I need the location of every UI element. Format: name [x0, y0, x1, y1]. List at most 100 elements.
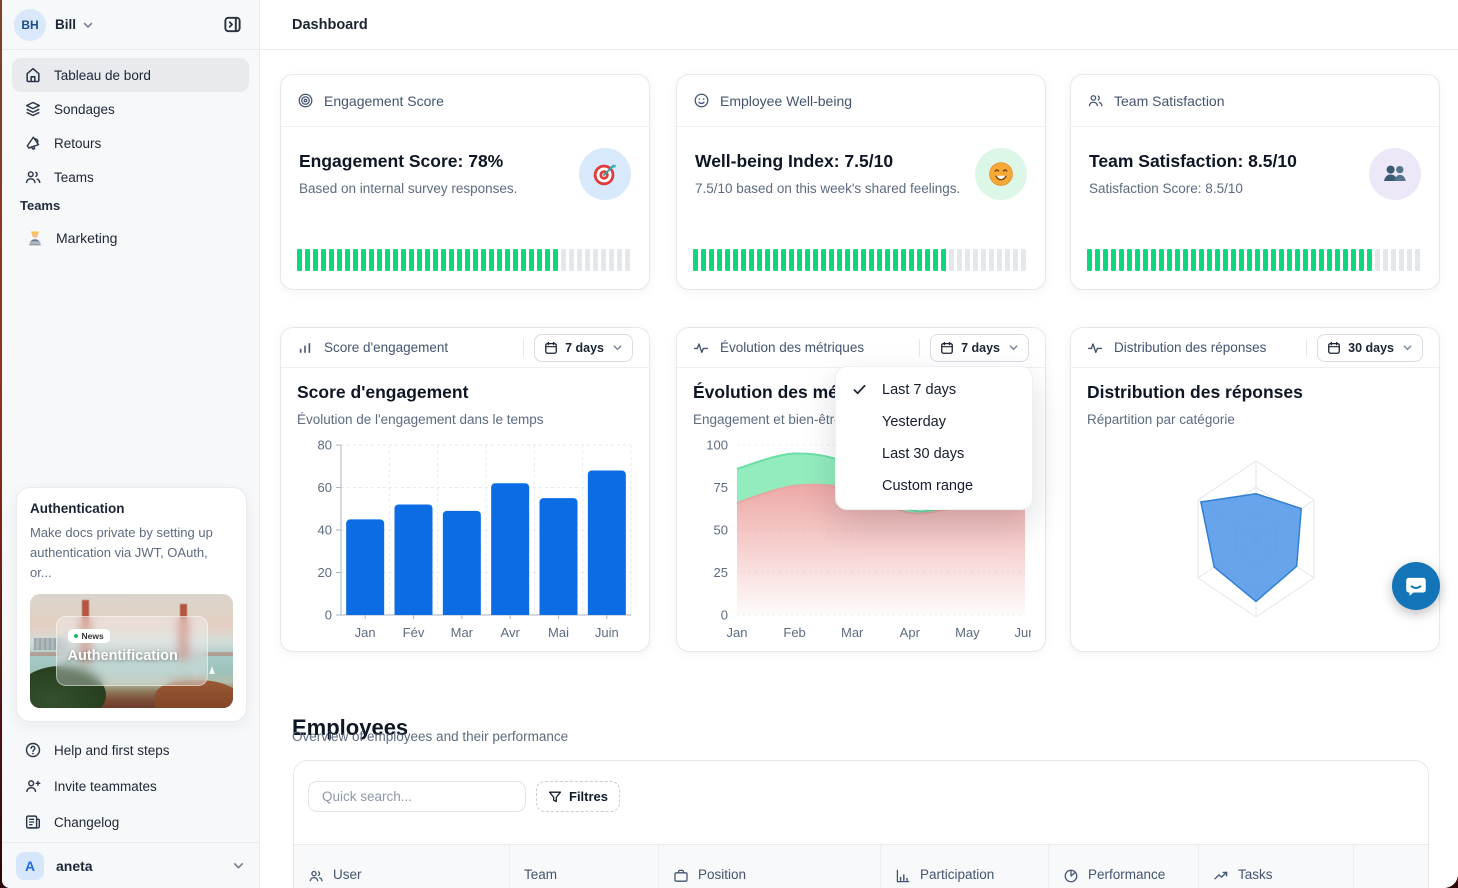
column-header-participation[interactable]: Participation	[880, 845, 1048, 888]
layers-icon	[24, 100, 42, 118]
sidebar-item-label: Changelog	[54, 815, 119, 830]
user-plus-icon	[24, 777, 42, 795]
divider	[1306, 339, 1307, 357]
page-header: Dashboard	[260, 0, 1458, 50]
users-icon	[1087, 92, 1105, 110]
date-range-menu: Last 7 days Yesterday Last 30 days Custo…	[835, 366, 1033, 510]
column-header-tasks[interactable]: Tasks	[1198, 845, 1353, 888]
menu-item-yesterday[interactable]: Yesterday	[836, 406, 1032, 438]
chart-title: Distribution des réponses	[1087, 382, 1423, 403]
svg-text:Mar: Mar	[841, 625, 864, 640]
chart-card-header: Évolution des métriques 7 days	[677, 328, 1045, 368]
account-avatar: A	[16, 852, 44, 880]
svg-text:20: 20	[318, 565, 332, 580]
promo-card-authentication[interactable]: Authentication Make docs private by sett…	[16, 487, 247, 722]
smiling-face-emoji	[975, 148, 1027, 200]
svg-text:Juin: Juin	[595, 625, 619, 640]
news-dot-icon	[74, 634, 78, 638]
stat-card-header: Employee Well-being	[677, 75, 1045, 127]
date-range-button[interactable]: 7 days	[534, 334, 633, 362]
sidebar-item-marketing[interactable]: Marketing	[12, 220, 249, 256]
chevron-down-icon	[1402, 342, 1413, 353]
chevron-down-icon	[82, 19, 94, 31]
trend-up-icon	[1213, 868, 1229, 884]
radar-chart	[1087, 433, 1425, 647]
sidebar-item-invite[interactable]: Invite teammates	[12, 768, 249, 804]
search-input[interactable]	[308, 781, 526, 812]
svg-text:Apr: Apr	[900, 625, 921, 640]
svg-text:Jun: Jun	[1015, 625, 1031, 640]
sidebar-item-retours[interactable]: Retours	[12, 126, 249, 160]
funnel-icon	[548, 790, 562, 804]
sidebar-item-label: Tableau de bord	[54, 68, 151, 83]
filters-button[interactable]: Filtres	[536, 781, 620, 812]
svg-text:40: 40	[318, 523, 332, 538]
svg-text:May: May	[955, 625, 980, 640]
column-header-performance[interactable]: Performance	[1048, 845, 1198, 888]
sidebar-item-label: Sondages	[54, 102, 115, 117]
menu-item-last-7-days[interactable]: Last 7 days	[836, 374, 1032, 406]
date-range-button[interactable]: 30 days	[1317, 334, 1423, 362]
main-content: Dashboard Engagement Score Engagement Sc…	[260, 0, 1458, 888]
chart-card-header: Distribution des réponses 30 days	[1071, 328, 1439, 368]
chart-subtitle: Évolution de l'engagement dans le temps	[297, 412, 633, 427]
megaphone-icon	[24, 134, 42, 152]
date-range-button[interactable]: 7 days	[930, 334, 1029, 362]
teams-section-label: Teams	[20, 198, 60, 213]
person-technologist-emoji	[24, 227, 46, 249]
sidebar-item-label: Help and first steps	[54, 743, 170, 758]
svg-text:50: 50	[714, 523, 728, 538]
sidebar-item-teams[interactable]: Teams	[12, 160, 249, 194]
column-header-team[interactable]: Team	[509, 845, 658, 888]
two-busts-emoji	[1369, 148, 1421, 200]
chart-card-response-distribution: Distribution des réponses 30 days Distri…	[1070, 327, 1440, 652]
sidebar-footer-nav: Help and first steps Invite teammates Ch…	[12, 732, 249, 840]
svg-text:0: 0	[325, 608, 332, 623]
sidebar-item-sondages[interactable]: Sondages	[12, 92, 249, 126]
progress-bar	[1087, 249, 1423, 271]
pie-chart-icon	[1063, 868, 1079, 884]
chevron-down-icon	[232, 859, 245, 872]
divider	[919, 339, 920, 357]
sidebar-item-tableau-de-bord[interactable]: Tableau de bord	[12, 58, 249, 92]
table-header-row: User Team Position Participation	[294, 844, 1428, 888]
employees-table-card: Filtres User Team Position	[293, 760, 1429, 888]
workspace-avatar[interactable]: BH	[14, 9, 46, 41]
sidebar-item-label: Retours	[54, 136, 101, 151]
svg-text:0: 0	[721, 608, 728, 623]
account-name: aneta	[56, 858, 93, 874]
app-window: BH Bill Tableau de bord	[2, 0, 1458, 888]
stat-card-satisfaction: Team Satisfaction Team Satisfaction: 8.5…	[1070, 74, 1440, 290]
chart-card-engagement-score: Score d'engagement 7 days Score d'engage…	[280, 327, 650, 652]
help-circle-icon	[24, 741, 42, 759]
svg-text:Mai: Mai	[548, 625, 569, 640]
column-header-user[interactable]: User	[294, 845, 509, 888]
chart-title: Score d'engagement	[297, 382, 633, 403]
activity-icon	[1087, 339, 1105, 357]
home-icon	[24, 66, 42, 84]
collapse-sidebar-button[interactable]	[217, 10, 247, 40]
progress-bar	[297, 249, 633, 271]
chart-card-header: Score d'engagement 7 days	[281, 328, 649, 368]
chart-subtitle: Répartition par catégorie	[1087, 412, 1423, 427]
bar-chart-icon	[895, 868, 911, 884]
bar-chart: 020406080JanFévMarAvrMaiJuin	[297, 433, 635, 647]
chat-launcher-button[interactable]	[1392, 562, 1440, 610]
chevron-down-icon	[1008, 342, 1019, 353]
progress-bar	[693, 249, 1029, 271]
sidebar-item-help[interactable]: Help and first steps	[12, 732, 249, 768]
team-item-label: Marketing	[56, 230, 117, 246]
users-icon	[308, 868, 324, 884]
stat-card-header: Team Satisfaction	[1071, 75, 1439, 127]
menu-item-last-30-days[interactable]: Last 30 days	[836, 438, 1032, 470]
column-header-position[interactable]: Position	[658, 845, 880, 888]
workspace-name[interactable]: Bill	[55, 17, 76, 32]
menu-item-custom-range[interactable]: Custom range	[836, 470, 1032, 502]
stat-card-engagement: Engagement Score Engagement Score: 78% B…	[280, 74, 650, 290]
sidebar-item-changelog[interactable]: Changelog	[12, 804, 249, 840]
account-menu[interactable]: A aneta	[2, 842, 259, 888]
promo-image-golden-gate: News Authentification	[30, 594, 233, 708]
svg-text:60: 60	[318, 480, 332, 495]
divider	[523, 339, 524, 357]
svg-text:75: 75	[714, 480, 728, 495]
